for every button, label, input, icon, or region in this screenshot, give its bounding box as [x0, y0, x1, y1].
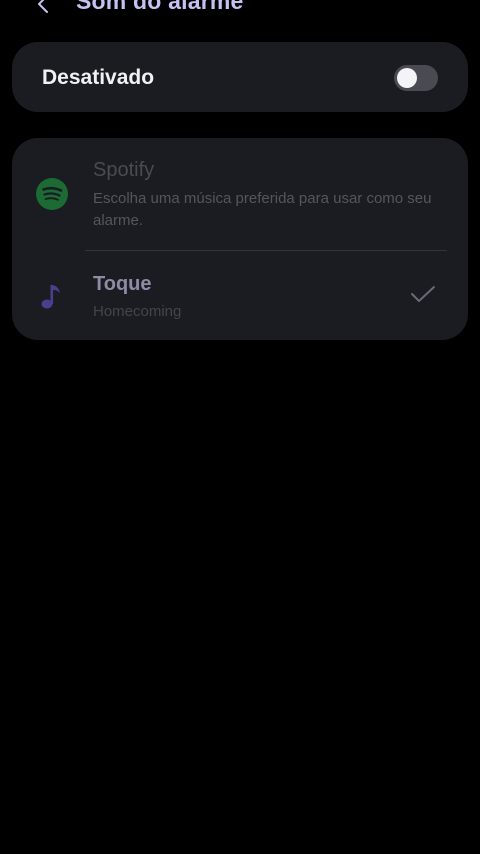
page-title: Som do alarme: [76, 0, 244, 14]
divider: [85, 250, 447, 251]
option-description: Escolha uma música preferida para usar c…: [93, 190, 432, 229]
sound-options-card: Spotify Escolha uma música preferida par…: [12, 138, 468, 340]
switch-knob: [397, 68, 417, 88]
option-toque[interactable]: Toque Homecoming: [12, 252, 468, 340]
option-title: Toque: [93, 273, 152, 295]
back-button[interactable]: [30, 0, 58, 18]
alarm-sound-switch[interactable]: [394, 65, 438, 91]
option-spotify[interactable]: Spotify Escolha uma música preferida par…: [12, 138, 468, 250]
chevron-left-icon: [38, 0, 48, 13]
toggle-label: Desativado: [42, 66, 155, 89]
check-icon: [408, 282, 438, 306]
music-note-icon: [34, 278, 70, 314]
spotify-icon: [34, 176, 70, 212]
alarm-sound-toggle-row[interactable]: Desativado: [12, 42, 468, 112]
option-subtitle: Homecoming: [93, 303, 182, 320]
header: Som do alarme: [0, 0, 480, 22]
option-title: Spotify: [93, 159, 155, 181]
alarm-sound-screen: Som do alarme Desativado Spotify Escolha…: [0, 0, 480, 854]
